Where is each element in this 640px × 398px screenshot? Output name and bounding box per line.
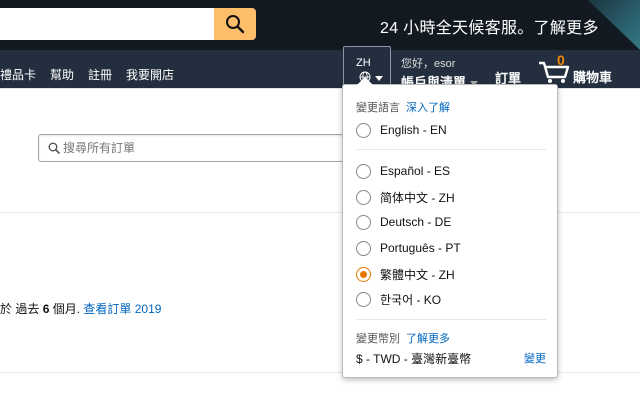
- radio-button-selected[interactable]: [356, 266, 371, 282]
- cart-label: 購物車: [573, 70, 613, 85]
- order-search-box[interactable]: [38, 134, 358, 162]
- nav-links: 禮品卡 幫助 註冊 我要開店: [0, 66, 188, 83]
- chevron-down-icon: [375, 76, 383, 81]
- nav-link-help[interactable]: 幫助: [50, 66, 74, 83]
- divider: [356, 149, 546, 150]
- customer-service-promo[interactable]: 24 小時全天候客服。了解更多: [380, 14, 599, 38]
- cart-icon: [539, 61, 570, 83]
- greeting-text: 您好，esor: [401, 58, 456, 70]
- language-option-label: English - EN: [380, 123, 447, 137]
- language-heading: 變更語言 深入了解: [356, 99, 450, 115]
- language-option-zh-hant[interactable]: 繁體中文 - ZH: [356, 265, 455, 283]
- search-icon: [48, 142, 60, 154]
- language-option-zh-hans[interactable]: 简体中文 - ZH: [356, 188, 455, 206]
- cart-count: 0: [557, 52, 565, 68]
- language-option-label: Español - ES: [380, 164, 451, 178]
- past-orders-summary: 於 過去 6 個月. 查看訂單 2019: [0, 300, 161, 317]
- cart-button[interactable]: 0 購物車: [537, 52, 627, 86]
- language-option-pt[interactable]: Português - PT: [356, 239, 461, 257]
- language-option-label: 한국어 - KO: [380, 292, 442, 307]
- language-option-en[interactable]: English - EN: [356, 121, 447, 139]
- nav-link-gift-cards[interactable]: 禮品卡: [0, 66, 36, 83]
- divider: [356, 319, 546, 320]
- radio-button[interactable]: [356, 291, 371, 307]
- currency-value: $ - TWD - 臺灣新臺幣: [356, 352, 472, 366]
- nav-link-register[interactable]: 註冊: [88, 66, 112, 83]
- radio-button[interactable]: [356, 122, 371, 138]
- past-orders-prefix: 於 過去: [0, 302, 40, 316]
- search-button[interactable]: [214, 8, 256, 40]
- radio-button[interactable]: [356, 163, 371, 179]
- language-flyout: 變更語言 深入了解 English - EN Español - ES 简体中文 …: [342, 77, 558, 378]
- currency-change-link[interactable]: 變更: [524, 350, 546, 366]
- radio-button[interactable]: [356, 240, 371, 256]
- language-option-label: 繁體中文 - ZH: [380, 267, 455, 282]
- language-option-label: Deutsch - DE: [380, 215, 452, 229]
- currency-title: 變更幣別: [356, 333, 400, 345]
- radio-button[interactable]: [356, 189, 371, 205]
- language-option-es[interactable]: Español - ES: [356, 162, 450, 180]
- past-orders-suffix: 個月.: [49, 302, 84, 316]
- radio-button[interactable]: [356, 214, 371, 230]
- language-title: 變更語言: [356, 102, 400, 114]
- top-header: 24 小時全天候客服。了解更多: [0, 0, 640, 50]
- search-icon: [226, 15, 245, 34]
- main-search-input[interactable]: [0, 8, 214, 40]
- language-code: ZH: [356, 57, 371, 69]
- currency-heading: 變更幣別 了解更多: [356, 330, 450, 346]
- view-orders-2019-link[interactable]: 查看訂單 2019: [83, 302, 161, 316]
- language-option-de[interactable]: Deutsch - DE: [356, 213, 451, 231]
- language-option-label: Português - PT: [380, 241, 461, 255]
- order-search-input[interactable]: [63, 139, 353, 157]
- nav-link-sell[interactable]: 我要開店: [126, 66, 174, 83]
- currency-learn-more-link[interactable]: 了解更多: [406, 333, 450, 345]
- language-option-ko[interactable]: 한국어 - KO: [356, 290, 441, 308]
- flyout-pointer: [357, 77, 373, 85]
- language-learn-more-link[interactable]: 深入了解: [406, 102, 450, 114]
- language-option-label: 简体中文 - ZH: [380, 190, 455, 205]
